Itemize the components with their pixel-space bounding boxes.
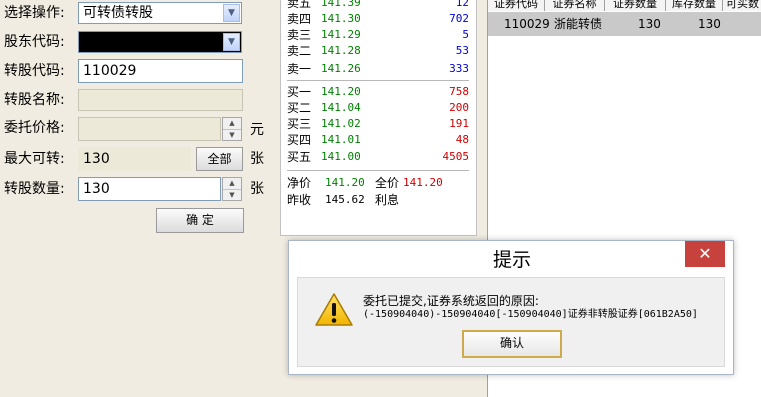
max-label: 最大可转: [4, 151, 65, 167]
buy-level-5: 买五 141.00 4505 [287, 149, 469, 165]
bond-name-field [78, 89, 243, 111]
level-price: 141.39 [321, 0, 361, 9]
net-full-price-row: 净价 141.20 全价 141.20 [287, 175, 469, 191]
level-label: 卖一 [287, 62, 312, 76]
column-header[interactable]: 库存数量 [666, 0, 723, 11]
max-unit: 张 [250, 151, 264, 167]
close-icon[interactable]: ✕ [685, 241, 725, 267]
dialog-message-line2: (-150904040)-150904040[-150904040]证券非转股证… [363, 309, 698, 320]
sell-level-5: 卖五 141.39 12 [287, 0, 469, 11]
level-price: 141.29 [321, 28, 361, 41]
column-header[interactable]: 证券数量 [605, 0, 666, 11]
account-label: 股东代码: [4, 34, 65, 50]
level-price: 141.01 [321, 133, 361, 146]
level-price: 141.00 [321, 150, 361, 163]
cell-quantity: 130 [638, 17, 661, 31]
level-price: 141.02 [321, 117, 361, 130]
level-volume: 758 [449, 85, 469, 98]
level-label: 买五 [287, 150, 312, 164]
buy-level-2: 买二 141.04 200 [287, 100, 469, 116]
level-volume: 702 [449, 12, 469, 25]
level-volume: 53 [455, 44, 469, 57]
sell-level-1: 卖一 141.26 333 [287, 61, 469, 77]
warning-icon [315, 293, 353, 326]
price-stepper[interactable]: ▲ ▼ [222, 117, 242, 141]
net-price-value: 141.20 [325, 176, 365, 189]
level-label: 卖三 [287, 28, 312, 42]
level-volume: 12 [455, 0, 469, 9]
level-volume: 48 [455, 133, 469, 146]
qty-unit: 张 [250, 181, 264, 197]
bond-name-label: 转股名称: [4, 92, 65, 108]
operation-label: 选择操作: [4, 5, 65, 21]
cell-stock-quantity: 130 [698, 17, 721, 31]
sell-level-2: 卖二 141.28 53 [287, 43, 469, 59]
chevron-down-icon[interactable]: ▼ [223, 33, 240, 51]
stepper-down-icon[interactable]: ▼ [223, 129, 241, 141]
level-label: 买二 [287, 101, 312, 115]
divider [287, 170, 469, 171]
buy-level-1: 买一 141.20 758 [287, 84, 469, 100]
stepper-down-icon[interactable]: ▼ [223, 189, 241, 201]
net-price-label: 净价 [287, 176, 312, 190]
dialog-body: 委托已提交,证券系统返回的原因: (-150904040)-150904040[… [297, 277, 725, 367]
level-volume: 200 [449, 101, 469, 114]
confirm-button[interactable]: 确 定 [156, 208, 244, 233]
bond-code-input[interactable]: 110029 [78, 59, 243, 83]
qty-label: 转股数量: [4, 181, 65, 197]
prev-close-value: 145.62 [325, 193, 365, 206]
sell-level-4: 卖四 141.30 702 [287, 11, 469, 27]
full-price-value: 141.20 [403, 176, 443, 189]
level-volume: 191 [449, 117, 469, 130]
buy-level-4: 买四 141.01 48 [287, 132, 469, 148]
level-price: 141.28 [321, 44, 361, 57]
divider [287, 80, 469, 81]
qty-stepper[interactable]: ▲ ▼ [222, 177, 242, 201]
table-row[interactable]: 110029 浙能转债 130 130 [488, 12, 761, 36]
level-price: 141.20 [321, 85, 361, 98]
chevron-down-icon[interactable]: ▼ [223, 4, 240, 22]
level-volume: 5 [462, 28, 469, 41]
column-header[interactable]: 可买数 [723, 0, 761, 11]
dialog-title: 提示 [492, 249, 531, 271]
level-volume: 333 [449, 62, 469, 75]
level-price: 141.30 [321, 12, 361, 25]
quote-panel: 卖五 141.39 12 卖四 141.30 702 卖三 141.29 5 卖… [280, 0, 477, 236]
dialog-message-line1: 委托已提交,证券系统返回的原因: [363, 294, 539, 308]
stepper-up-icon[interactable]: ▲ [223, 178, 241, 189]
level-price: 141.04 [321, 101, 361, 114]
operation-select-value: 可转债转股 [83, 5, 153, 21]
price-input [78, 117, 221, 141]
level-volume: 4505 [442, 150, 470, 163]
alert-dialog: 提示 ✕ 委托已提交,证券系统返回的原因: (-150904040)-15090… [288, 240, 734, 375]
operation-select[interactable]: 可转债转股 ▼ [78, 2, 242, 24]
all-button[interactable]: 全部 [196, 147, 243, 171]
sell-level-3: 卖三 141.29 5 [287, 27, 469, 43]
bond-code-label: 转股代码: [4, 63, 65, 79]
price-unit: 元 [250, 122, 264, 138]
level-price: 141.26 [321, 62, 361, 75]
level-label: 卖五 [287, 0, 312, 10]
prev-close-row: 昨收 145.62 利息 [287, 192, 469, 208]
level-label: 买四 [287, 133, 312, 147]
qty-input[interactable]: 130 [78, 177, 221, 201]
cell-code: 110029 [504, 17, 550, 31]
max-value: 130 [78, 147, 191, 171]
buy-level-3: 买三 141.02 191 [287, 116, 469, 132]
level-label: 卖二 [287, 44, 312, 58]
column-header[interactable]: 证券代码 [488, 0, 545, 11]
full-price-label: 全价 [375, 176, 400, 190]
level-label: 买三 [287, 117, 312, 131]
stepper-up-icon[interactable]: ▲ [223, 118, 241, 129]
column-header[interactable]: 证券名称 [545, 0, 605, 11]
price-label: 委托价格: [4, 120, 65, 136]
cell-name: 浙能转债 [554, 17, 603, 31]
account-select[interactable]: ▼ [78, 31, 242, 53]
level-label: 买一 [287, 85, 312, 99]
prev-close-label: 昨收 [287, 193, 312, 207]
ok-button[interactable]: 确认 [462, 330, 562, 358]
level-label: 卖四 [287, 12, 312, 26]
interest-label: 利息 [375, 193, 400, 207]
